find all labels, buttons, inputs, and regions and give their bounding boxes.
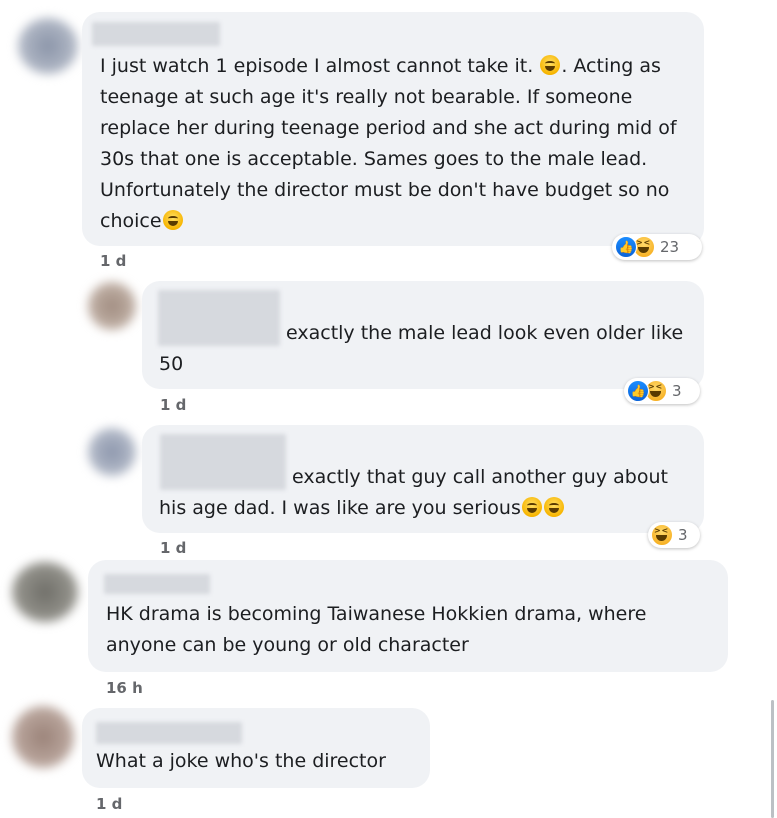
comment-timestamp[interactable]: 1 d: [100, 252, 126, 270]
comment-text-part: exactly the male lead look even older li…: [159, 322, 684, 375]
reaction-summary[interactable]: 3: [648, 522, 700, 548]
avatar[interactable]: [88, 428, 136, 476]
comment-text: I just watch 1 episode I almost cannot t…: [100, 51, 690, 237]
reaction-count: 3: [672, 382, 682, 400]
comment-text-part: I just watch 1 episode I almost cannot t…: [100, 55, 540, 77]
reaction-summary[interactable]: 👍 3: [624, 378, 700, 404]
reaction-count: 23: [660, 238, 680, 256]
comment-timestamp[interactable]: 1 d: [96, 795, 122, 813]
comment-timestamp[interactable]: 16 h: [106, 679, 143, 697]
comment-text: exactly the male lead look even older li…: [159, 318, 689, 380]
commenter-name[interactable]: [104, 574, 210, 594]
comment-text-part: . Acting as teenage at such age it's rea…: [100, 55, 677, 232]
avatar[interactable]: [88, 282, 136, 330]
thumbs-up-icon: 👍: [627, 380, 649, 402]
comment-text: exactly that guy call another guy about …: [159, 462, 689, 524]
scrollbar[interactable]: [771, 700, 774, 818]
comment-timestamp[interactable]: 1 d: [160, 539, 186, 557]
avatar[interactable]: [12, 562, 78, 622]
comment-text-part: exactly that guy call another guy about …: [159, 466, 668, 519]
grinning-sweat-emoji-icon: [540, 55, 561, 75]
grinning-sweat-emoji-icon: [162, 210, 183, 230]
commenter-name[interactable]: [96, 722, 242, 744]
avatar[interactable]: [18, 18, 78, 74]
grinning-sweat-emoji-icon: [521, 497, 542, 517]
commenter-name[interactable]: [92, 22, 220, 46]
comment-text: What a joke who's the director: [96, 746, 416, 777]
avatar[interactable]: [12, 706, 74, 768]
thumbs-up-icon: 👍: [615, 236, 637, 258]
reaction-summary[interactable]: 👍 23: [612, 234, 702, 260]
grinning-sweat-emoji-icon: [543, 497, 564, 517]
comment-text-part: What a joke who's the director: [96, 750, 386, 772]
comment-timestamp[interactable]: 1 d: [160, 396, 186, 414]
comment-text: HK drama is becoming Taiwanese Hokkien d…: [106, 599, 716, 661]
comment-text-part: HK drama is becoming Taiwanese Hokkien d…: [106, 603, 647, 656]
reaction-count: 3: [678, 526, 688, 544]
laughing-face-icon: [651, 524, 673, 546]
